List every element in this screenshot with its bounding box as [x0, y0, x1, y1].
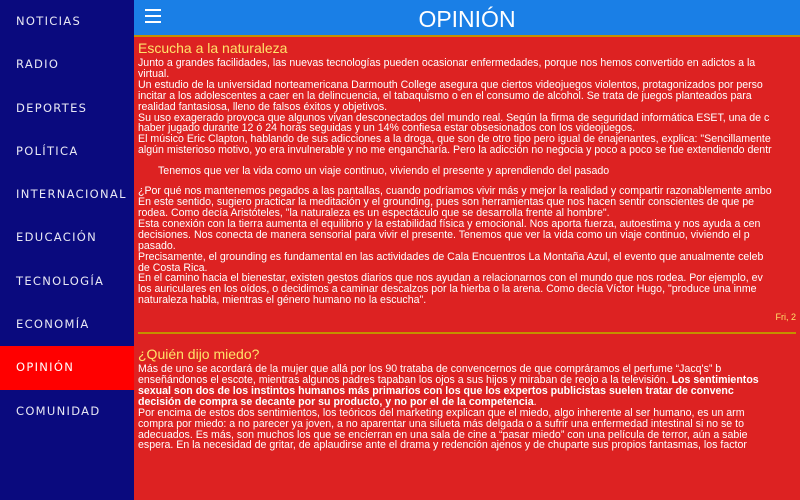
- paragraph-line: Precisamente, el grounding es fundamenta…: [138, 250, 764, 263]
- sidebar-item-radio[interactable]: RADIO: [0, 43, 134, 86]
- sidebar-item-tecnologia[interactable]: TECNOLOGÍA: [0, 260, 134, 303]
- paragraph-line: algún misterioso motivo, yo era invulner…: [138, 144, 772, 157]
- article-card: Escucha a la naturaleza Junto a grandes …: [134, 38, 800, 335]
- paragraph-line: Junto a grandes facilidades, las nuevas …: [138, 57, 756, 69]
- main-panel: OPINIÓN Escucha a la naturaleza Junto a …: [134, 0, 800, 500]
- article-title[interactable]: ¿Quién dijo miedo?: [138, 346, 796, 363]
- article-body-continued: ¿Por qué nos mantenemos pegados a las pa…: [138, 186, 796, 306]
- article-title[interactable]: Escucha a la naturaleza: [138, 40, 796, 57]
- sidebar-item-noticias[interactable]: NOTICIAS: [0, 0, 134, 43]
- paragraph-line: naturaleza habla, mientras el género hum…: [138, 294, 427, 307]
- article-date: Fri, 2: [775, 312, 796, 323]
- page-title: OPINIÓN: [418, 6, 516, 32]
- sidebar-item-economia[interactable]: ECONOMÍA: [0, 303, 134, 346]
- top-app-bar: OPINIÓN: [134, 0, 800, 37]
- paragraph-line: incitar a los adolescentes a caer en la …: [138, 89, 752, 102]
- article-feed[interactable]: Escucha a la naturaleza Junto a grandes …: [134, 38, 800, 500]
- paragraph-line: compra por miedo: a no parecer ya joven,…: [138, 417, 744, 430]
- paragraph-line: realidad fantasiosa, lleno de falsos éxi…: [138, 100, 388, 113]
- sidebar-item-educacion[interactable]: EDUCACIÓN: [0, 216, 134, 259]
- sidebar-item-opinion[interactable]: OPINIÓN: [0, 346, 134, 390]
- paragraph-line: decisiones. Nos conecta de manera sensor…: [138, 228, 750, 241]
- article-divider: [138, 332, 796, 335]
- sidebar-nav: NOTICIAS RADIO DEPORTES POLÍTICA INTERNA…: [0, 0, 134, 500]
- sidebar-item-deportes[interactable]: DEPORTES: [0, 87, 134, 130]
- article-card: ¿Quién dijo miedo? Más de uno se acordar…: [134, 344, 800, 451]
- pull-quote: Tenemos que ver la vida como un viaje co…: [158, 165, 610, 178]
- sidebar-item-internacional[interactable]: INTERNACIONAL: [0, 173, 134, 216]
- article-body: Más de uno se acordará de la mujer que a…: [138, 364, 796, 451]
- paragraph-line: espera. En la necesidad de gritar, de ap…: [138, 439, 747, 452]
- sidebar-item-politica[interactable]: POLÍTICA: [0, 130, 134, 173]
- paragraph-line: pasado.: [138, 239, 176, 252]
- sidebar-item-comunidad[interactable]: COMUNIDAD: [0, 390, 134, 433]
- article-body: Junto a grandes facilidades, las nuevas …: [138, 58, 796, 156]
